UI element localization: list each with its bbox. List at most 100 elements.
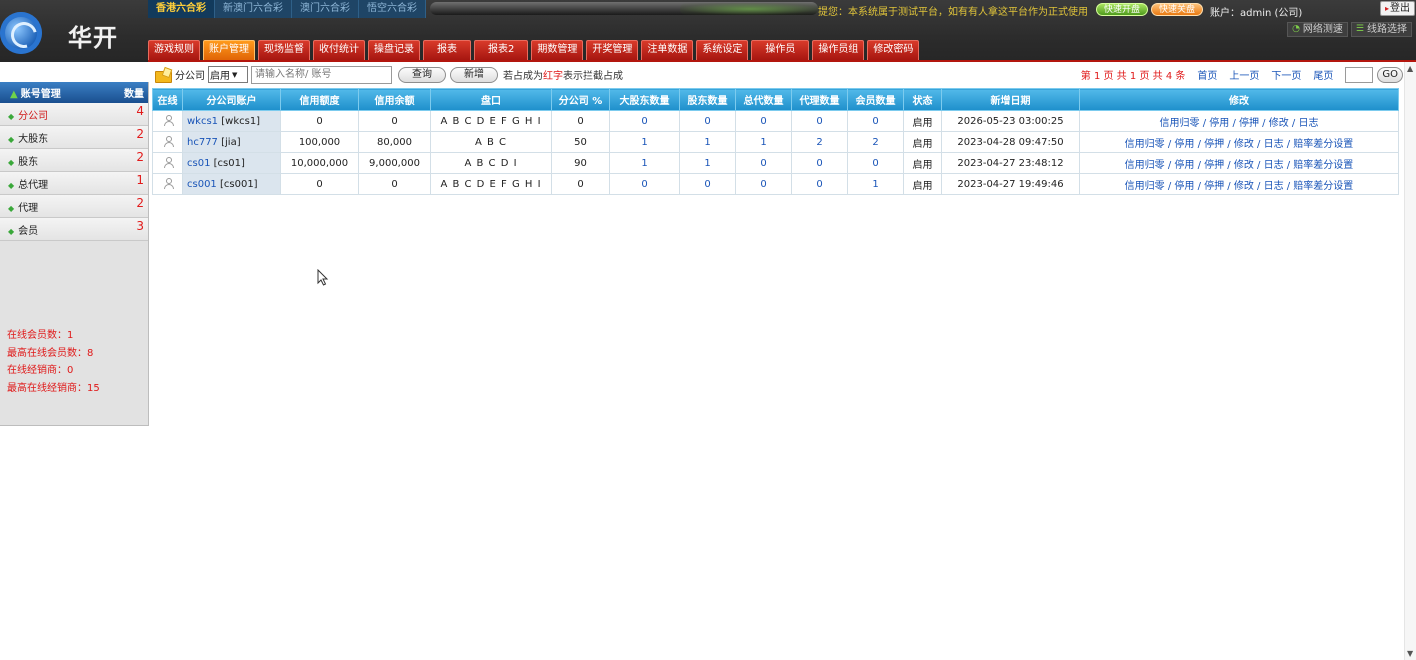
- sidebar-item-label: 代理: [18, 202, 39, 214]
- nav-system-settings[interactable]: 系统设定: [696, 40, 749, 60]
- member-count-cell[interactable]: 0: [847, 152, 904, 174]
- pan-cell: A B C D I: [430, 152, 552, 174]
- pager-prev[interactable]: 上一页: [1229, 67, 1259, 82]
- shareholder-count-cell[interactable]: 0: [679, 110, 736, 132]
- actions-cell[interactable]: 信用归零 / 停用 / 停押 / 修改 / 日志 / 赔率差分设置: [1079, 131, 1399, 153]
- sidebar-item-count: 2: [136, 127, 144, 141]
- sidebar-item-general-agent[interactable]: ◆ 总代理 1: [0, 172, 148, 195]
- nav-reports[interactable]: 报表: [423, 40, 471, 60]
- pager-next[interactable]: 下一页: [1271, 67, 1301, 82]
- balance-cell: 0: [358, 110, 431, 132]
- speed-icon: ◔: [1292, 24, 1300, 34]
- notice-glow: [680, 3, 820, 15]
- major-shareholder-count-cell[interactable]: 0: [609, 110, 680, 132]
- percent-cell: 90: [551, 152, 610, 174]
- pager-current-page: 1: [1093, 71, 1101, 82]
- lottery-tab-new-macau[interactable]: 新澳门六合彩: [215, 0, 292, 18]
- agent-count-cell[interactable]: 0: [791, 152, 848, 174]
- filter-label: 分公司: [175, 71, 205, 82]
- search-input[interactable]: [251, 65, 392, 84]
- shareholder-count-cell[interactable]: 0: [679, 173, 736, 195]
- major-shareholder-count-cell[interactable]: 0: [609, 173, 680, 195]
- lottery-tab-wukong[interactable]: 悟空六合彩: [359, 0, 426, 18]
- nav-operators[interactable]: 操作员: [751, 40, 810, 60]
- folder-icon: [155, 69, 172, 83]
- query-button[interactable]: 查询: [398, 66, 446, 83]
- main-nav: 游戏规则 账户管理 现场监督 收付统计 操盘记录 报表 报表2 期数管理 开奖管…: [148, 40, 920, 60]
- sidebar-item-label: 总代理: [18, 179, 49, 191]
- logout-button[interactable]: 登出: [1380, 1, 1416, 16]
- page-number-input[interactable]: [1345, 66, 1374, 83]
- bullet-icon: ◆: [8, 111, 15, 121]
- hint-red: 红字: [543, 71, 563, 82]
- sidebar: ▲ 账号管理 数量 ◆ 分公司 4 ◆ 大股东 2 ◆ 股东 2 ◆ 总代理 1 ◆ 代理 …: [0, 82, 149, 426]
- nav-draw-management[interactable]: 开奖管理: [586, 40, 639, 60]
- sidebar-item-label: 分公司: [18, 110, 49, 122]
- net-test-button[interactable]: ◔ 网络测速: [1287, 22, 1348, 37]
- major-shareholder-count-cell[interactable]: 1: [609, 152, 680, 174]
- status-select[interactable]: 启用 ▼: [208, 66, 248, 83]
- agent-count-cell[interactable]: 2: [791, 131, 848, 153]
- account-name: [cs01]: [213, 157, 245, 169]
- scroll-up-icon[interactable]: ▲: [1407, 64, 1413, 73]
- account-link[interactable]: wkcs1: [187, 116, 218, 127]
- pager-last[interactable]: 尾页: [1313, 67, 1333, 82]
- add-button[interactable]: 新增: [450, 66, 498, 83]
- actions-cell[interactable]: 信用归零 / 停用 / 停押 / 修改 / 日志: [1079, 110, 1399, 132]
- agent-count-cell[interactable]: 0: [791, 110, 848, 132]
- nav-bet-data[interactable]: 注单数据: [641, 40, 694, 60]
- table-row: cs01 [cs01] 10,000,000 9,000,000 A B C D…: [152, 152, 1399, 174]
- sidebar-item-branch[interactable]: ◆ 分公司 4: [0, 103, 148, 126]
- nav-payment-stats[interactable]: 收付统计: [313, 40, 365, 60]
- credit-cell: 0: [280, 110, 359, 132]
- major-shareholder-count-cell[interactable]: 1: [609, 131, 680, 153]
- general-agent-count-cell[interactable]: 0: [735, 173, 792, 195]
- lottery-tab-macau[interactable]: 澳门六合彩: [292, 0, 359, 18]
- account-label: 账户：admin (公司): [1210, 8, 1303, 19]
- actions-cell[interactable]: 信用归零 / 停用 / 停押 / 修改 / 日志 / 赔率差分设置: [1079, 173, 1399, 195]
- user-icon: [163, 135, 174, 147]
- general-agent-count-cell[interactable]: 0: [735, 110, 792, 132]
- pan-cell: A B C: [430, 131, 552, 153]
- nav-operator-groups[interactable]: 操作员组: [812, 40, 865, 60]
- nav-change-password[interactable]: 修改密码: [867, 40, 920, 60]
- pager-first[interactable]: 首页: [1197, 67, 1217, 82]
- nav-game-rules[interactable]: 游戏规则: [148, 40, 200, 60]
- pager-total-pages: 1: [1129, 71, 1137, 82]
- nav-period-management[interactable]: 期数管理: [531, 40, 584, 60]
- shareholder-count-cell[interactable]: 1: [679, 152, 736, 174]
- nav-trading-records[interactable]: 操盘记录: [368, 40, 420, 60]
- sidebar-item-shareholder[interactable]: ◆ 股东 2: [0, 149, 148, 172]
- quick-close-button[interactable]: 快速关盘: [1151, 3, 1204, 16]
- account-link[interactable]: hc777: [187, 137, 218, 148]
- account-cell: wkcs1 [wkcs1]: [182, 110, 281, 132]
- pager-total-items: 4: [1165, 71, 1173, 82]
- vertical-scrollbar[interactable]: ▲ ▼: [1404, 62, 1416, 660]
- logo-icon: [0, 12, 42, 54]
- col-branch-percent: 分公司 %: [551, 88, 610, 111]
- member-count-cell[interactable]: 2: [847, 131, 904, 153]
- general-agent-count-cell[interactable]: 1: [735, 131, 792, 153]
- general-agent-count-cell[interactable]: 0: [735, 152, 792, 174]
- agent-count-cell[interactable]: 0: [791, 173, 848, 195]
- actions-cell[interactable]: 信用归零 / 停用 / 停押 / 修改 / 日志 / 赔率差分设置: [1079, 152, 1399, 174]
- line-select-button[interactable]: ☰ 线路选择: [1350, 22, 1412, 37]
- user-icon: [163, 114, 174, 126]
- status-cell: 启用: [903, 110, 942, 132]
- member-count-cell[interactable]: 0: [847, 110, 904, 132]
- lottery-tab-hk[interactable]: 香港六合彩: [148, 0, 215, 18]
- account-link[interactable]: cs01: [187, 158, 210, 169]
- user-icon: [163, 177, 174, 189]
- sidebar-item-major-shareholder[interactable]: ◆ 大股东 2: [0, 126, 148, 149]
- nav-reports-2[interactable]: 报表2: [474, 40, 529, 60]
- go-button[interactable]: GO: [1377, 66, 1403, 83]
- nav-account-management[interactable]: 账户管理: [203, 40, 255, 60]
- nav-live-monitor[interactable]: 现场监督: [258, 40, 310, 60]
- shareholder-count-cell[interactable]: 1: [679, 131, 736, 153]
- sidebar-item-member[interactable]: ◆ 会员 3: [0, 218, 148, 241]
- member-count-cell[interactable]: 1: [847, 173, 904, 195]
- scroll-down-icon[interactable]: ▼: [1407, 649, 1413, 658]
- quick-open-button[interactable]: 快速开盘: [1096, 3, 1149, 16]
- sidebar-item-agent[interactable]: ◆ 代理 2: [0, 195, 148, 218]
- account-link[interactable]: cs001: [187, 179, 217, 190]
